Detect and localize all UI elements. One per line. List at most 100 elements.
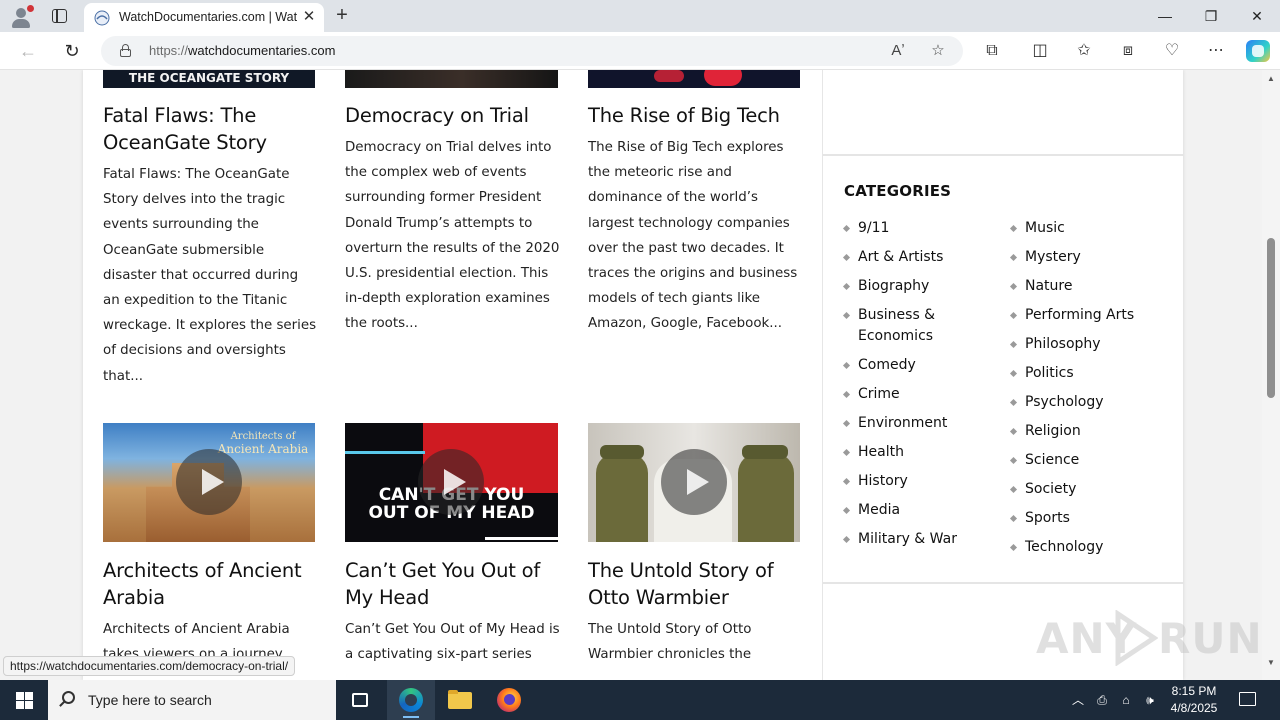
firefox-icon[interactable] — [485, 680, 533, 720]
category-link[interactable]: Music — [1009, 218, 1175, 239]
soldier-right — [738, 453, 794, 542]
windows-start-icon[interactable] — [0, 680, 48, 720]
new-tab-button[interactable]: + — [331, 4, 353, 26]
address-bar[interactable]: https://watchdocumentaries.com A͏ʼ ☆ — [101, 36, 963, 66]
minimize-button[interactable]: — — [1142, 0, 1188, 32]
article-title[interactable]: Democracy on Trial — [345, 102, 560, 129]
category-link[interactable]: Biography — [842, 276, 998, 297]
category-link[interactable]: Nature — [1009, 276, 1175, 297]
collections-icon[interactable]: ⧈ — [1116, 40, 1140, 62]
play-icon[interactable] — [661, 449, 727, 515]
category-link[interactable]: Sports — [1009, 508, 1175, 529]
edge-taskbar-icon[interactable] — [387, 680, 435, 720]
brand-logo-icon — [654, 70, 684, 82]
glitch-line — [345, 451, 425, 454]
categories-heading: CATEGORIES — [844, 182, 952, 200]
article-excerpt: Fatal Flaws: The OceanGate Story delves … — [103, 167, 317, 384]
category-link[interactable]: Society — [1009, 479, 1175, 500]
scrollbar-thumb[interactable] — [1267, 238, 1275, 398]
volume-icon[interactable]: 🕪 — [1140, 680, 1160, 720]
more-menu-icon[interactable]: ⋯ — [1204, 40, 1228, 62]
browser-tab-bar: WatchDocumentaries.com | Watch ✕ + — ❐ ✕ — [0, 0, 1280, 32]
progress-line — [485, 537, 558, 540]
sidebar: CATEGORIES 9/11 Art & Artists Biography … — [822, 70, 1184, 680]
category-link[interactable]: Comedy — [842, 355, 998, 376]
back-arrow-icon[interactable]: ← — [16, 39, 40, 63]
page-viewport: THE OCEANGATE STORY Fatal Flaws: The Oce… — [0, 70, 1280, 680]
cap-left — [600, 445, 644, 459]
address-url[interactable]: https://watchdocumentaries.com — [149, 43, 335, 58]
split-screen-icon[interactable]: ◫ — [1028, 40, 1052, 62]
category-link[interactable]: Environment — [842, 413, 998, 434]
tab-actions-icon[interactable] — [52, 9, 67, 23]
category-link[interactable]: Media — [842, 500, 998, 521]
tray-overflow-chevron-icon[interactable]: ︿ — [1068, 680, 1088, 720]
search-icon — [62, 691, 75, 704]
sidebar-divider — [823, 154, 1184, 156]
article-thumbnail-oceangate[interactable]: THE OCEANGATE STORY — [103, 70, 315, 88]
play-logo-icon — [1115, 610, 1158, 666]
page-scrollbar[interactable]: ▲ ▼ — [1262, 70, 1280, 680]
network-icon[interactable]: ⌂ — [1116, 680, 1136, 720]
page-content: THE OCEANGATE STORY Fatal Flaws: The Oce… — [83, 70, 1184, 680]
category-link[interactable]: Business & Economics — [842, 305, 958, 347]
article-thumbnail-otto[interactable] — [588, 423, 800, 542]
category-link[interactable]: Crime — [842, 384, 998, 405]
article-title[interactable]: Architects of Ancient Arabia — [103, 557, 318, 611]
system-clock[interactable]: 8:15 PM 4/8/2025 — [1158, 683, 1230, 717]
search-placeholder: Type here to search — [88, 692, 212, 708]
extensions-icon[interactable]: ⧉ — [980, 40, 1004, 62]
category-link[interactable]: Science — [1009, 450, 1175, 471]
article-excerpt: Can’t Get You Out of My Head is a captiv… — [345, 622, 560, 663]
category-link[interactable]: Military & War — [842, 529, 998, 550]
refresh-icon[interactable]: ↻ — [60, 39, 84, 63]
article-thumbnail-arabia[interactable]: Architects of Ancient Arabia — [103, 423, 315, 542]
article-thumbnail-democracy[interactable] — [345, 70, 558, 88]
category-link[interactable]: Religion — [1009, 421, 1175, 442]
tab-title: WatchDocumentaries.com | Watch — [119, 10, 297, 24]
browser-tab-active[interactable]: WatchDocumentaries.com | Watch ✕ — [84, 3, 324, 32]
browser-toolbar: ← ↻ https://watchdocumentaries.com A͏ʼ ☆… — [0, 32, 1280, 70]
close-window-button[interactable]: ✕ — [1234, 0, 1280, 32]
article-excerpt: The Rise of Big Tech explores the meteor… — [588, 140, 798, 332]
category-link[interactable]: Performing Arts — [1009, 305, 1175, 326]
tray-device-icon[interactable]: ⎙ — [1092, 680, 1112, 720]
article-title[interactable]: Can’t Get You Out of My Head — [345, 557, 560, 611]
article-thumbnail-cantgetyou[interactable]: CAN'T GET YOU OUT OF MY HEAD — [345, 423, 558, 542]
category-link[interactable]: Mystery — [1009, 247, 1175, 268]
category-link[interactable]: Health — [842, 442, 998, 463]
notifications-icon[interactable] — [1236, 680, 1260, 720]
category-link[interactable]: 9/11 — [842, 218, 998, 239]
profile-avatar-icon[interactable] — [10, 5, 34, 28]
article-title[interactable]: The Rise of Big Tech — [588, 102, 803, 129]
category-link[interactable]: Psychology — [1009, 392, 1175, 413]
soldier-left — [596, 453, 648, 542]
windows-taskbar: Type here to search ︿ ⎙ ⌂ 🕪 8:15 PM 4/8/… — [0, 680, 1280, 720]
maximize-button[interactable]: ❐ — [1188, 0, 1234, 32]
article-title[interactable]: The Untold Story of Otto Warmbier — [588, 557, 803, 611]
category-link[interactable]: Art & Artists — [842, 247, 998, 268]
favorites-icon[interactable]: ✩ — [1072, 40, 1096, 62]
lock-icon[interactable] — [120, 44, 131, 57]
file-explorer-icon[interactable] — [436, 680, 484, 720]
favorite-star-icon[interactable]: ☆ — [927, 40, 949, 62]
category-link[interactable]: Philosophy — [1009, 334, 1175, 355]
article-thumbnail-bigtech[interactable] — [588, 70, 800, 88]
taskbar-search[interactable]: Type here to search — [48, 680, 336, 720]
category-link[interactable]: Politics — [1009, 363, 1175, 384]
category-link[interactable]: History — [842, 471, 998, 492]
category-link[interactable]: Technology — [1009, 537, 1175, 558]
copilot-icon[interactable] — [1246, 40, 1270, 62]
thumbnail-caption: THE OCEANGATE STORY — [128, 71, 290, 85]
article-excerpt: Democracy on Trial delves into the compl… — [345, 140, 560, 332]
read-aloud-icon[interactable]: A͏ʼ — [887, 40, 909, 62]
scroll-up-arrow-icon[interactable]: ▲ — [1266, 74, 1276, 83]
play-icon[interactable] — [176, 449, 242, 515]
article-title[interactable]: Fatal Flaws: The OceanGate Story — [103, 102, 318, 156]
anyrun-watermark: ANY RUN — [1036, 604, 1262, 674]
scroll-down-arrow-icon[interactable]: ▼ — [1266, 658, 1276, 667]
play-icon[interactable] — [418, 449, 484, 515]
task-view-icon[interactable] — [336, 680, 384, 720]
browser-essentials-icon[interactable]: ♡ — [1160, 40, 1184, 62]
tab-close-icon[interactable]: ✕ — [300, 8, 318, 26]
